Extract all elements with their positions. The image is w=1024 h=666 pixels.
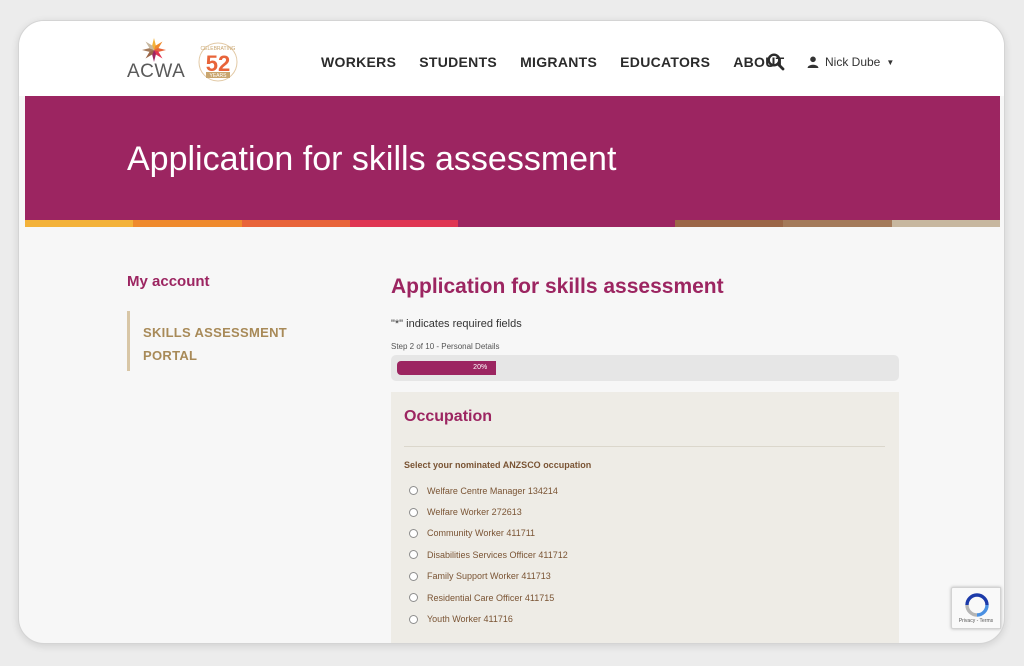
- stripe-segment: [349, 220, 459, 227]
- nav-migrants[interactable]: MIGRANTS: [520, 54, 597, 70]
- sidebar-link-line1: SKILLS ASSESSMENT: [143, 325, 288, 340]
- stripe-segment: [25, 220, 134, 227]
- option-label: Disabilities Services Officer 411712: [427, 549, 568, 560]
- occupation-option[interactable]: Disabilities Services Officer 411712: [409, 544, 568, 565]
- stripe-segment: [891, 220, 1000, 227]
- stripe-segment: [566, 220, 675, 227]
- color-stripe: [25, 220, 1000, 227]
- option-label: Welfare Worker 272613: [427, 507, 522, 518]
- occupation-option[interactable]: Welfare Worker 272613: [409, 501, 568, 522]
- progress-bar: 20%: [391, 355, 899, 381]
- stripe-segment: [458, 220, 567, 227]
- acwa-logo[interactable]: ACWA CELEBRATING 52 YEARS: [127, 37, 247, 89]
- stripe-segment: [241, 220, 350, 227]
- radio-button[interactable]: [409, 571, 418, 581]
- occupation-field-label: Select your nominated ANZSCO occupation: [404, 460, 592, 470]
- main-nav: WORKERS STUDENTS MIGRANTS EDUCATORS ABOU…: [321, 54, 808, 70]
- radio-button[interactable]: [409, 614, 418, 624]
- radio-button[interactable]: [409, 550, 418, 560]
- radio-button[interactable]: [409, 528, 418, 538]
- browser-frame: ACWA CELEBRATING 52 YEARS WORKERS STUDEN…: [18, 20, 1005, 644]
- recaptcha-icon: [965, 593, 989, 617]
- occupation-panel: Occupation Select your nominated ANZSCO …: [391, 392, 899, 643]
- caret-down-icon: ▼: [886, 57, 895, 67]
- logo-text: ACWA: [127, 61, 186, 82]
- user-icon: [807, 56, 819, 68]
- stripe-segment: [674, 220, 784, 227]
- user-name: Nick Dube: [825, 55, 881, 69]
- page-banner: Application for skills assessment: [25, 96, 1000, 220]
- occupation-option[interactable]: Youth Worker 411716: [409, 608, 568, 629]
- stripe-segment: [783, 220, 892, 227]
- option-label: Welfare Centre Manager 134214: [427, 485, 558, 496]
- occupation-options: Welfare Centre Manager 134214 Welfare Wo…: [409, 480, 568, 630]
- option-label: Community Worker 411711: [427, 528, 536, 539]
- user-menu[interactable]: Nick Dube ▼: [807, 55, 894, 69]
- sidebar-title: My account: [127, 273, 210, 290]
- occupation-option[interactable]: Welfare Centre Manager 134214: [409, 480, 568, 501]
- badge-bottom-text: YEARS: [210, 73, 228, 79]
- page-title: Application for skills assessment: [391, 275, 724, 298]
- radio-button[interactable]: [409, 593, 418, 603]
- search-icon[interactable]: [767, 53, 785, 71]
- required-fields-note: "*" indicates required fields: [391, 318, 522, 330]
- radio-button[interactable]: [409, 507, 418, 517]
- nav-educators[interactable]: EDUCATORS: [620, 54, 710, 70]
- section-title: Occupation: [404, 408, 493, 425]
- anniversary-badge-icon: CELEBRATING 52 YEARS: [198, 42, 238, 82]
- radio-button[interactable]: [409, 486, 418, 496]
- recaptcha-badge[interactable]: Privacy - Terms: [951, 587, 1001, 629]
- option-label: Residential Care Officer 411715: [427, 592, 555, 603]
- occupation-option[interactable]: Family Support Worker 411713: [409, 566, 568, 587]
- nav-students[interactable]: STUDENTS: [419, 54, 497, 70]
- section-divider: [404, 446, 885, 447]
- sidebar-link-line2: PORTAL: [143, 348, 198, 363]
- site-header: ACWA CELEBRATING 52 YEARS WORKERS STUDEN…: [19, 21, 1004, 96]
- sidebar-item-skills-assessment-portal[interactable]: SKILLS ASSESSMENT PORTAL: [143, 321, 327, 367]
- option-label: Youth Worker 411716: [427, 614, 513, 625]
- banner-title: Application for skills assessment: [127, 140, 617, 178]
- occupation-option[interactable]: Residential Care Officer 411715: [409, 587, 568, 608]
- star-logo-icon: [142, 38, 166, 62]
- recaptcha-links[interactable]: Privacy - Terms: [952, 618, 1000, 624]
- option-label: Family Support Worker 411713: [427, 571, 551, 582]
- progress-fill: 20%: [397, 361, 497, 375]
- occupation-option[interactable]: Community Worker 411711: [409, 523, 568, 544]
- nav-workers[interactable]: WORKERS: [321, 54, 396, 70]
- sidebar-nav: SKILLS ASSESSMENT PORTAL: [127, 311, 327, 371]
- step-label: Step 2 of 10 - Personal Details: [391, 342, 500, 351]
- stripe-segment: [133, 220, 242, 227]
